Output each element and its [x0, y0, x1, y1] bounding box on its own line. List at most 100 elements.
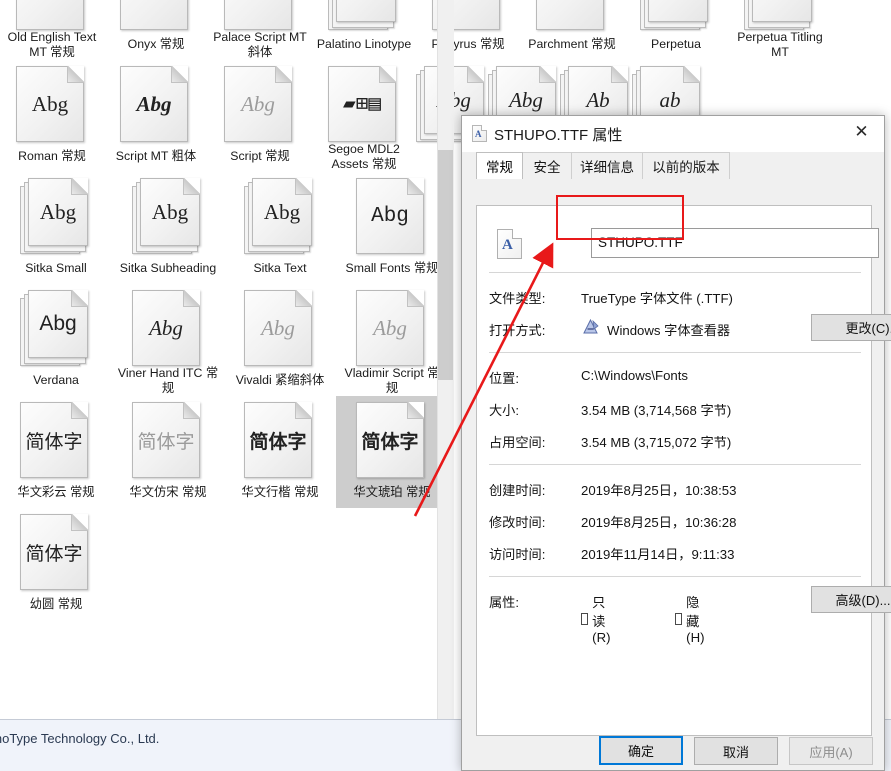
hidden-checkbox[interactable]: 隐藏(H)	[675, 592, 709, 645]
font-item[interactable]: Perpetua	[624, 0, 728, 60]
readonly-checkbox-box[interactable]	[581, 612, 589, 625]
dialog-titlebar[interactable]: A STHUPO.TTF 属性 ✕	[462, 116, 884, 152]
font-file-icon: 简体字	[20, 402, 92, 482]
tab-2[interactable]: 详细信息	[571, 152, 643, 179]
divider-3	[489, 464, 861, 465]
cancel-button[interactable]: 取消	[694, 737, 778, 765]
font-file-icon: ▰⊞▤	[328, 66, 400, 142]
font-item-label: Papyrus 常规	[431, 37, 505, 51]
font-item-label: Perpetua	[651, 37, 701, 51]
font-item[interactable]: 简体字华文彩云 常规	[0, 396, 112, 508]
font-item[interactable]: Onyx 常规	[104, 0, 208, 60]
filename-row: A STHUPO.TTF	[489, 220, 879, 268]
font-item-label: Small Fonts 常规	[345, 261, 439, 275]
font-item[interactable]: 简体字华文仿宋 常规	[112, 396, 224, 508]
font-item[interactable]: 简体字 华文琥珀 常规	[336, 396, 448, 508]
font-item-label: Sitka Subheading	[119, 261, 217, 275]
font-item[interactable]: Abg Vladimir Script 常规	[336, 284, 448, 396]
attributes-label: 属性:	[489, 595, 520, 610]
font-file-icon: 简体字	[132, 402, 204, 482]
property-label-location: 位置:	[489, 371, 520, 386]
font-file-icon	[328, 0, 400, 34]
font-item-label: Script 常规	[230, 149, 290, 163]
font-file-icon: Abg	[244, 290, 316, 370]
font-item-label: Verdana	[33, 373, 79, 387]
readonly-checkbox[interactable]: 只读(R)	[581, 592, 615, 645]
font-grid-row: Abg Sitka Small Abg Sitka Subheading Abg Sitk…	[0, 172, 460, 284]
change-button[interactable]: 更改(C)...	[811, 314, 891, 341]
font-item-label: Sitka Small	[25, 261, 87, 275]
font-item-label: Palace Script MT 斜体	[213, 30, 307, 59]
font-item-label: Vivaldi 紧缩斜体	[235, 373, 325, 387]
font-item[interactable]: Abg Verdana	[0, 284, 112, 396]
font-item-label: 华文仿宋 常规	[129, 485, 207, 499]
font-file-icon	[744, 0, 816, 30]
font-item[interactable]: Abg Sitka Small	[0, 172, 112, 284]
tab-label: 详细信息	[580, 160, 634, 175]
font-item[interactable]: Abg Roman 常规	[0, 60, 104, 172]
font-file-icon: Abg	[224, 66, 296, 146]
font-item[interactable]: Abg Sitka Subheading	[112, 172, 224, 284]
advanced-button[interactable]: 高级(D)...	[811, 586, 891, 613]
ok-button[interactable]: 确定	[599, 736, 683, 765]
tab-0[interactable]: 常规	[476, 152, 523, 179]
font-item-label: Script MT 粗体	[115, 149, 197, 163]
font-grid-row: Abg Verdana Abg Viner Hand ITC 常规 Abg Vivaldi…	[0, 284, 460, 396]
font-file-icon: Abg	[132, 178, 204, 258]
font-item[interactable]: Abg Sitka Text	[224, 172, 336, 284]
filename-input[interactable]: STHUPO.TTF	[591, 228, 879, 258]
tab-3[interactable]: 以前的版本	[642, 152, 730, 179]
property-label-filetype: 文件类型:	[489, 291, 546, 306]
tab-1[interactable]: 安全	[522, 152, 572, 179]
font-item-label: Onyx 常规	[127, 37, 185, 51]
font-item[interactable]: Papyrus 常规	[416, 0, 520, 60]
property-label-created: 创建时间:	[489, 483, 546, 498]
property-value-location: C:\Windows\Fonts	[581, 368, 688, 383]
font-grid-row: 简体字 幼圆 常规	[0, 508, 460, 620]
property-label-opens-with: 打开方式:	[489, 323, 546, 338]
font-item-label: Perpetua Titling MT	[737, 30, 823, 59]
font-item[interactable]: 简体字 幼圆 常规	[0, 508, 112, 620]
property-value-size: 3.54 MB (3,714,568 字节)	[581, 403, 732, 418]
font-file-icon: Abg	[20, 178, 92, 258]
font-item[interactable]: Abg Script MT 粗体	[104, 60, 208, 172]
font-file-icon: Abg	[244, 178, 316, 258]
font-item[interactable]: Palace Script MT 斜体	[208, 0, 312, 60]
font-item[interactable]: Abg Small Fonts 常规	[336, 172, 448, 284]
font-item-label: Parchment 常规	[528, 37, 616, 51]
font-item[interactable]: Old English Text MT 常规	[0, 0, 104, 60]
divider-4	[489, 576, 861, 577]
font-grid-row: 简体字 华文彩云 常规 简体字 华文仿宋 常规 简体字 华文行楷 常规 简体字 华文琥珀 常规	[0, 396, 460, 508]
font-viewer-icon	[581, 318, 600, 337]
property-value-accessed: 2019年11月14日，9:11:33	[581, 547, 735, 562]
font-item-label: 华文彩云 常规	[17, 485, 95, 499]
file-properties-dialog: A STHUPO.TTF 属性 ✕ 常规 安全 详细信息 以前的版本 A STHUPO…	[461, 115, 891, 771]
font-item-label: Segoe MDL2 Assets 常规	[328, 142, 400, 171]
apply-button[interactable]: 应用(A)	[789, 737, 873, 765]
font-item[interactable]: Parchment 常规	[520, 0, 624, 60]
font-item[interactable]: Abg Script 常规	[208, 60, 312, 172]
font-file-icon: Abg	[356, 290, 428, 366]
hidden-checkbox-box[interactable]	[675, 612, 683, 625]
tab-label: 常规	[486, 160, 513, 175]
close-icon[interactable]: ✕	[839, 116, 884, 148]
general-tab-panel: A STHUPO.TTF 文件类型: TrueType 字体文件 (.TTF) …	[476, 205, 891, 736]
tab-label: 以前的版本	[652, 160, 720, 175]
status-bar-text: hou SinoType Technology Co., Ltd.	[0, 731, 160, 746]
property-label-size: 大小:	[489, 403, 520, 418]
font-file-icon	[224, 0, 296, 30]
font-item[interactable]: Palatino Linotype	[312, 0, 416, 60]
property-label-accessed: 访问时间:	[489, 547, 546, 562]
font-item[interactable]: Abg Vivaldi 紧缩斜体	[224, 284, 336, 396]
explorer-scrollbar-thumb[interactable]	[438, 150, 453, 380]
property-value-size-on-disk: 3.54 MB (3,715,072 字节)	[581, 435, 732, 450]
font-file-icon	[640, 0, 712, 34]
font-file-icon	[16, 0, 88, 30]
font-item[interactable]: Abg Viner Hand ITC 常规	[112, 284, 224, 396]
font-item[interactable]: 简体字 华文行楷 常规	[224, 396, 336, 508]
readonly-checkbox-label: 只读(R)	[592, 595, 611, 645]
font-item[interactable]: Perpetua Titling MT	[728, 0, 832, 60]
font-file-icon	[536, 0, 608, 34]
font-item[interactable]: ▰⊞▤ Segoe MDL2 Assets 常规	[312, 60, 416, 172]
font-item-label: Palatino Linotype	[316, 37, 412, 51]
